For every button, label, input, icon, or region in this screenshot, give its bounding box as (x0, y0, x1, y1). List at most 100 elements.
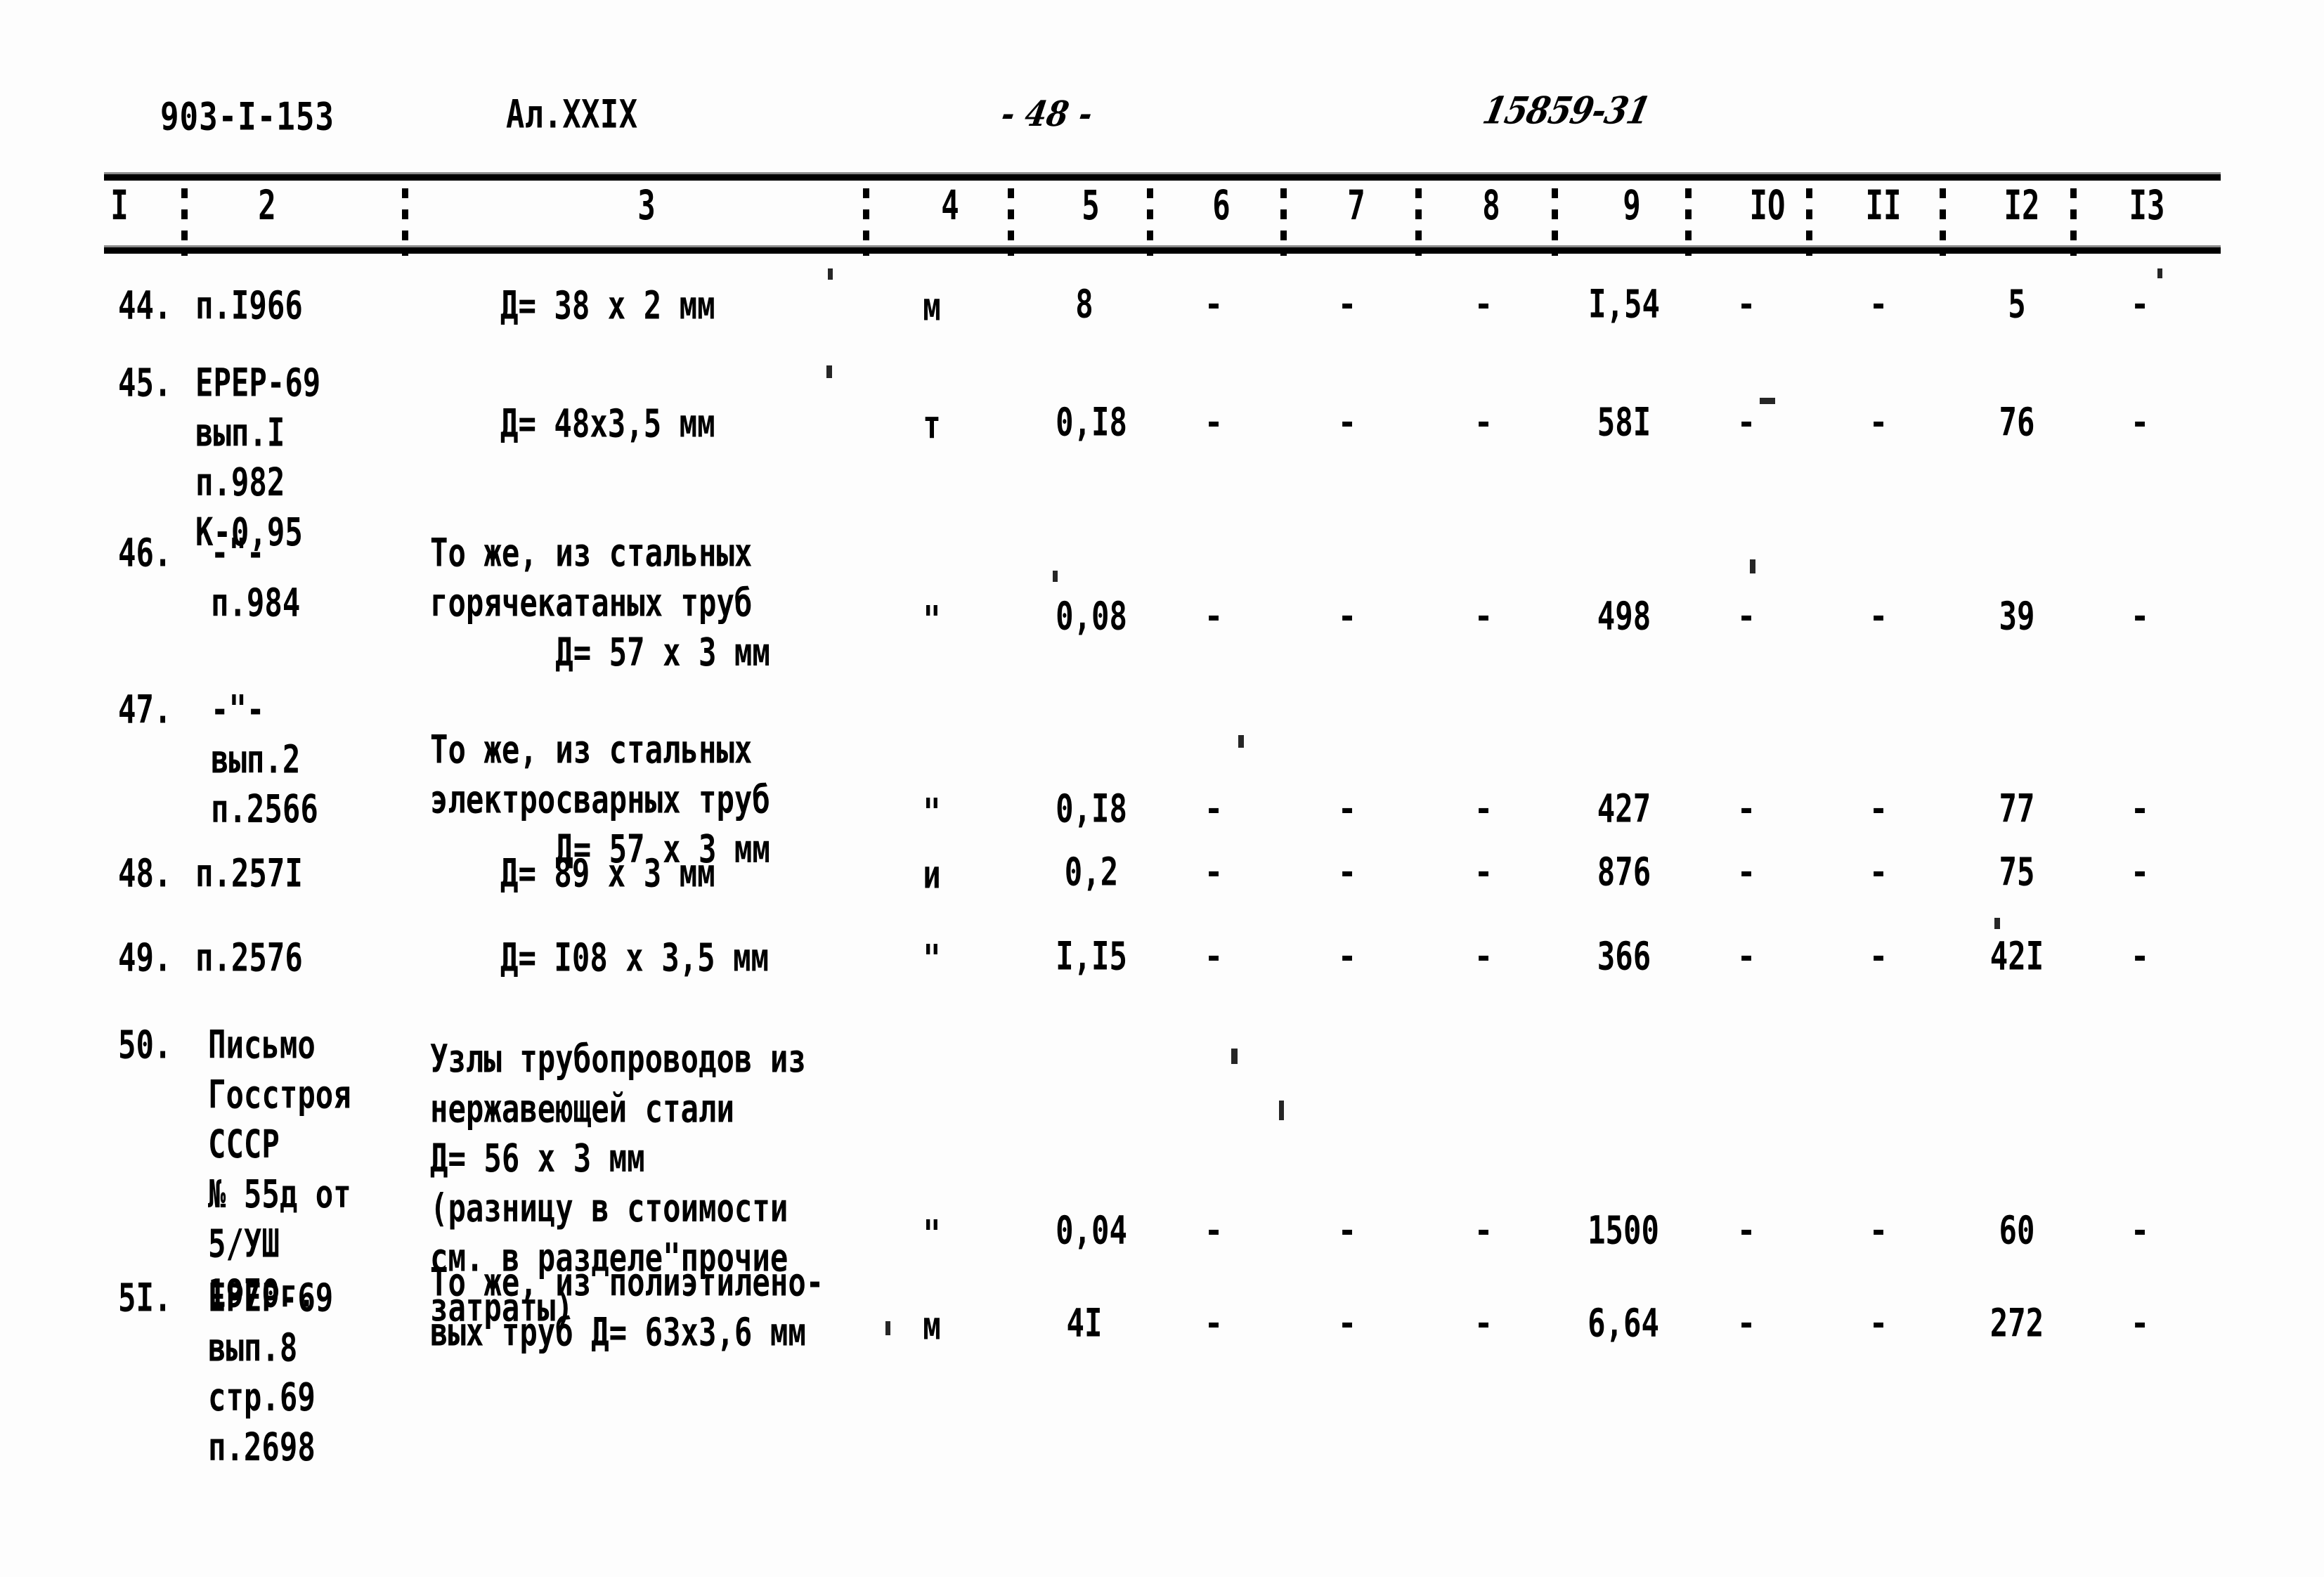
scan-speck (885, 1321, 890, 1335)
row-col9: 498 (1597, 593, 1651, 640)
row-col5: 0,I8 (1056, 786, 1127, 832)
row-col8: - (1474, 788, 1493, 830)
row-description: То же, из стальных горячекатаных труб Д=… (430, 530, 770, 675)
column-separator-8 (1552, 188, 1558, 256)
row-unit: " (923, 790, 941, 836)
row-col10: - (1736, 1210, 1756, 1252)
row-col10: - (1736, 936, 1756, 978)
column-header-11: II (1865, 181, 1902, 229)
row-col5: 8 (1075, 281, 1093, 327)
row-source: п.257I (195, 850, 303, 897)
scan-speck (1231, 1049, 1238, 1064)
row-unit: и (923, 852, 941, 898)
row-unit: т (923, 402, 941, 448)
row-col7: - (1337, 284, 1357, 325)
row-col11: - (1869, 936, 1888, 978)
column-separator-6 (1280, 188, 1287, 256)
column-separator-2 (402, 188, 408, 256)
row-col10: - (1736, 402, 1756, 443)
row-col8: - (1474, 596, 1493, 637)
column-separator-9 (1685, 188, 1692, 256)
row-col12: 76 (1999, 399, 2035, 446)
row-col8: - (1474, 284, 1493, 325)
row-source: п.2576 (195, 935, 303, 981)
row-col11: - (1869, 284, 1888, 325)
row-col6: - (1204, 596, 1223, 637)
row-col10: - (1736, 596, 1756, 637)
scan-speck (1279, 1101, 1284, 1120)
row-col7: - (1337, 1303, 1357, 1344)
row-col6: - (1204, 1303, 1223, 1344)
row-number: 49. (118, 935, 172, 981)
row-col6: - (1204, 402, 1223, 443)
column-separator-10 (1806, 188, 1812, 256)
row-col6: - (1204, 852, 1223, 893)
row-source: ЕРЕР-69 вып.8 стр.69 п.2698 (208, 1275, 334, 1470)
row-col8: - (1474, 852, 1493, 893)
row-col7: - (1337, 788, 1357, 830)
column-header-7: 7 (1347, 181, 1365, 229)
document-code: 903-I-153 (160, 94, 335, 139)
archive-stamp: 15859-31 (1479, 89, 1654, 133)
row-col9: 1500 (1588, 1207, 1659, 1254)
column-separator-5 (1147, 188, 1153, 256)
column-header-4: 4 (941, 181, 959, 229)
row-col6: - (1204, 788, 1223, 830)
row-col6: - (1204, 936, 1223, 978)
row-col11: - (1869, 596, 1888, 637)
row-col8: - (1474, 402, 1493, 443)
scan-speck (1238, 735, 1244, 748)
column-separator-12 (2070, 188, 2077, 256)
column-separator-11 (1940, 188, 1946, 256)
row-number: 47. (118, 687, 172, 733)
column-header-3: 3 (637, 181, 656, 229)
row-col12: 272 (1989, 1300, 2044, 1346)
row-col9: 6,64 (1588, 1300, 1659, 1346)
row-col12: 75 (1999, 849, 2035, 895)
row-col13: - (2130, 284, 2150, 325)
column-header-2: 2 (258, 181, 276, 229)
row-description: Д= 89 х 3 мм (500, 850, 715, 897)
row-col9: 876 (1597, 849, 1651, 895)
row-number: 48. (118, 850, 172, 897)
row-description: То же, из полиэтилено- вых труб Д= 63х3,… (430, 1259, 824, 1355)
scan-speck (1994, 918, 2000, 929)
column-header-13: I3 (2129, 181, 2165, 229)
row-unit: м (923, 1303, 941, 1349)
scan-speck (1750, 559, 1755, 573)
row-col6: - (1204, 284, 1223, 325)
row-description: Д= 48х3,5 мм (500, 401, 715, 447)
row-col12: 60 (1999, 1207, 2035, 1254)
row-col8: - (1474, 1303, 1493, 1344)
row-col13: - (2130, 1303, 2150, 1344)
scan-speck (1760, 398, 1775, 404)
row-col13: - (2130, 596, 2150, 637)
row-col5: 0,08 (1056, 593, 1127, 640)
row-source: ЕРЕР-69 вып.I п.982 К-0,95 (195, 360, 321, 555)
table-top-rule (104, 172, 2221, 181)
row-col9: 58I (1597, 399, 1651, 446)
row-col12: 5 (2008, 281, 2026, 327)
row-col5: 0,04 (1056, 1207, 1127, 1254)
row-col9: 427 (1597, 786, 1651, 832)
row-col11: - (1869, 852, 1888, 893)
column-header-10: IO (1749, 181, 1786, 229)
row-unit: " (923, 1212, 941, 1258)
row-col10: - (1736, 284, 1756, 325)
row-unit: " (923, 597, 941, 644)
row-col7: - (1337, 402, 1357, 443)
row-col7: - (1337, 1210, 1357, 1252)
album-label: Ал.XXIX (506, 91, 638, 137)
row-col12: 39 (1999, 593, 2035, 640)
row-col13: - (2130, 936, 2150, 978)
row-col10: - (1736, 788, 1756, 830)
row-col9: 366 (1597, 933, 1651, 980)
scan-speck (826, 365, 832, 378)
row-source: -"- вып.2 п.2566 (211, 687, 318, 832)
row-col11: - (1869, 1303, 1888, 1344)
row-unit: м (923, 284, 941, 330)
row-col7: - (1337, 596, 1357, 637)
row-col13: - (2130, 1210, 2150, 1252)
row-col13: - (2130, 852, 2150, 893)
row-col11: - (1869, 402, 1888, 443)
